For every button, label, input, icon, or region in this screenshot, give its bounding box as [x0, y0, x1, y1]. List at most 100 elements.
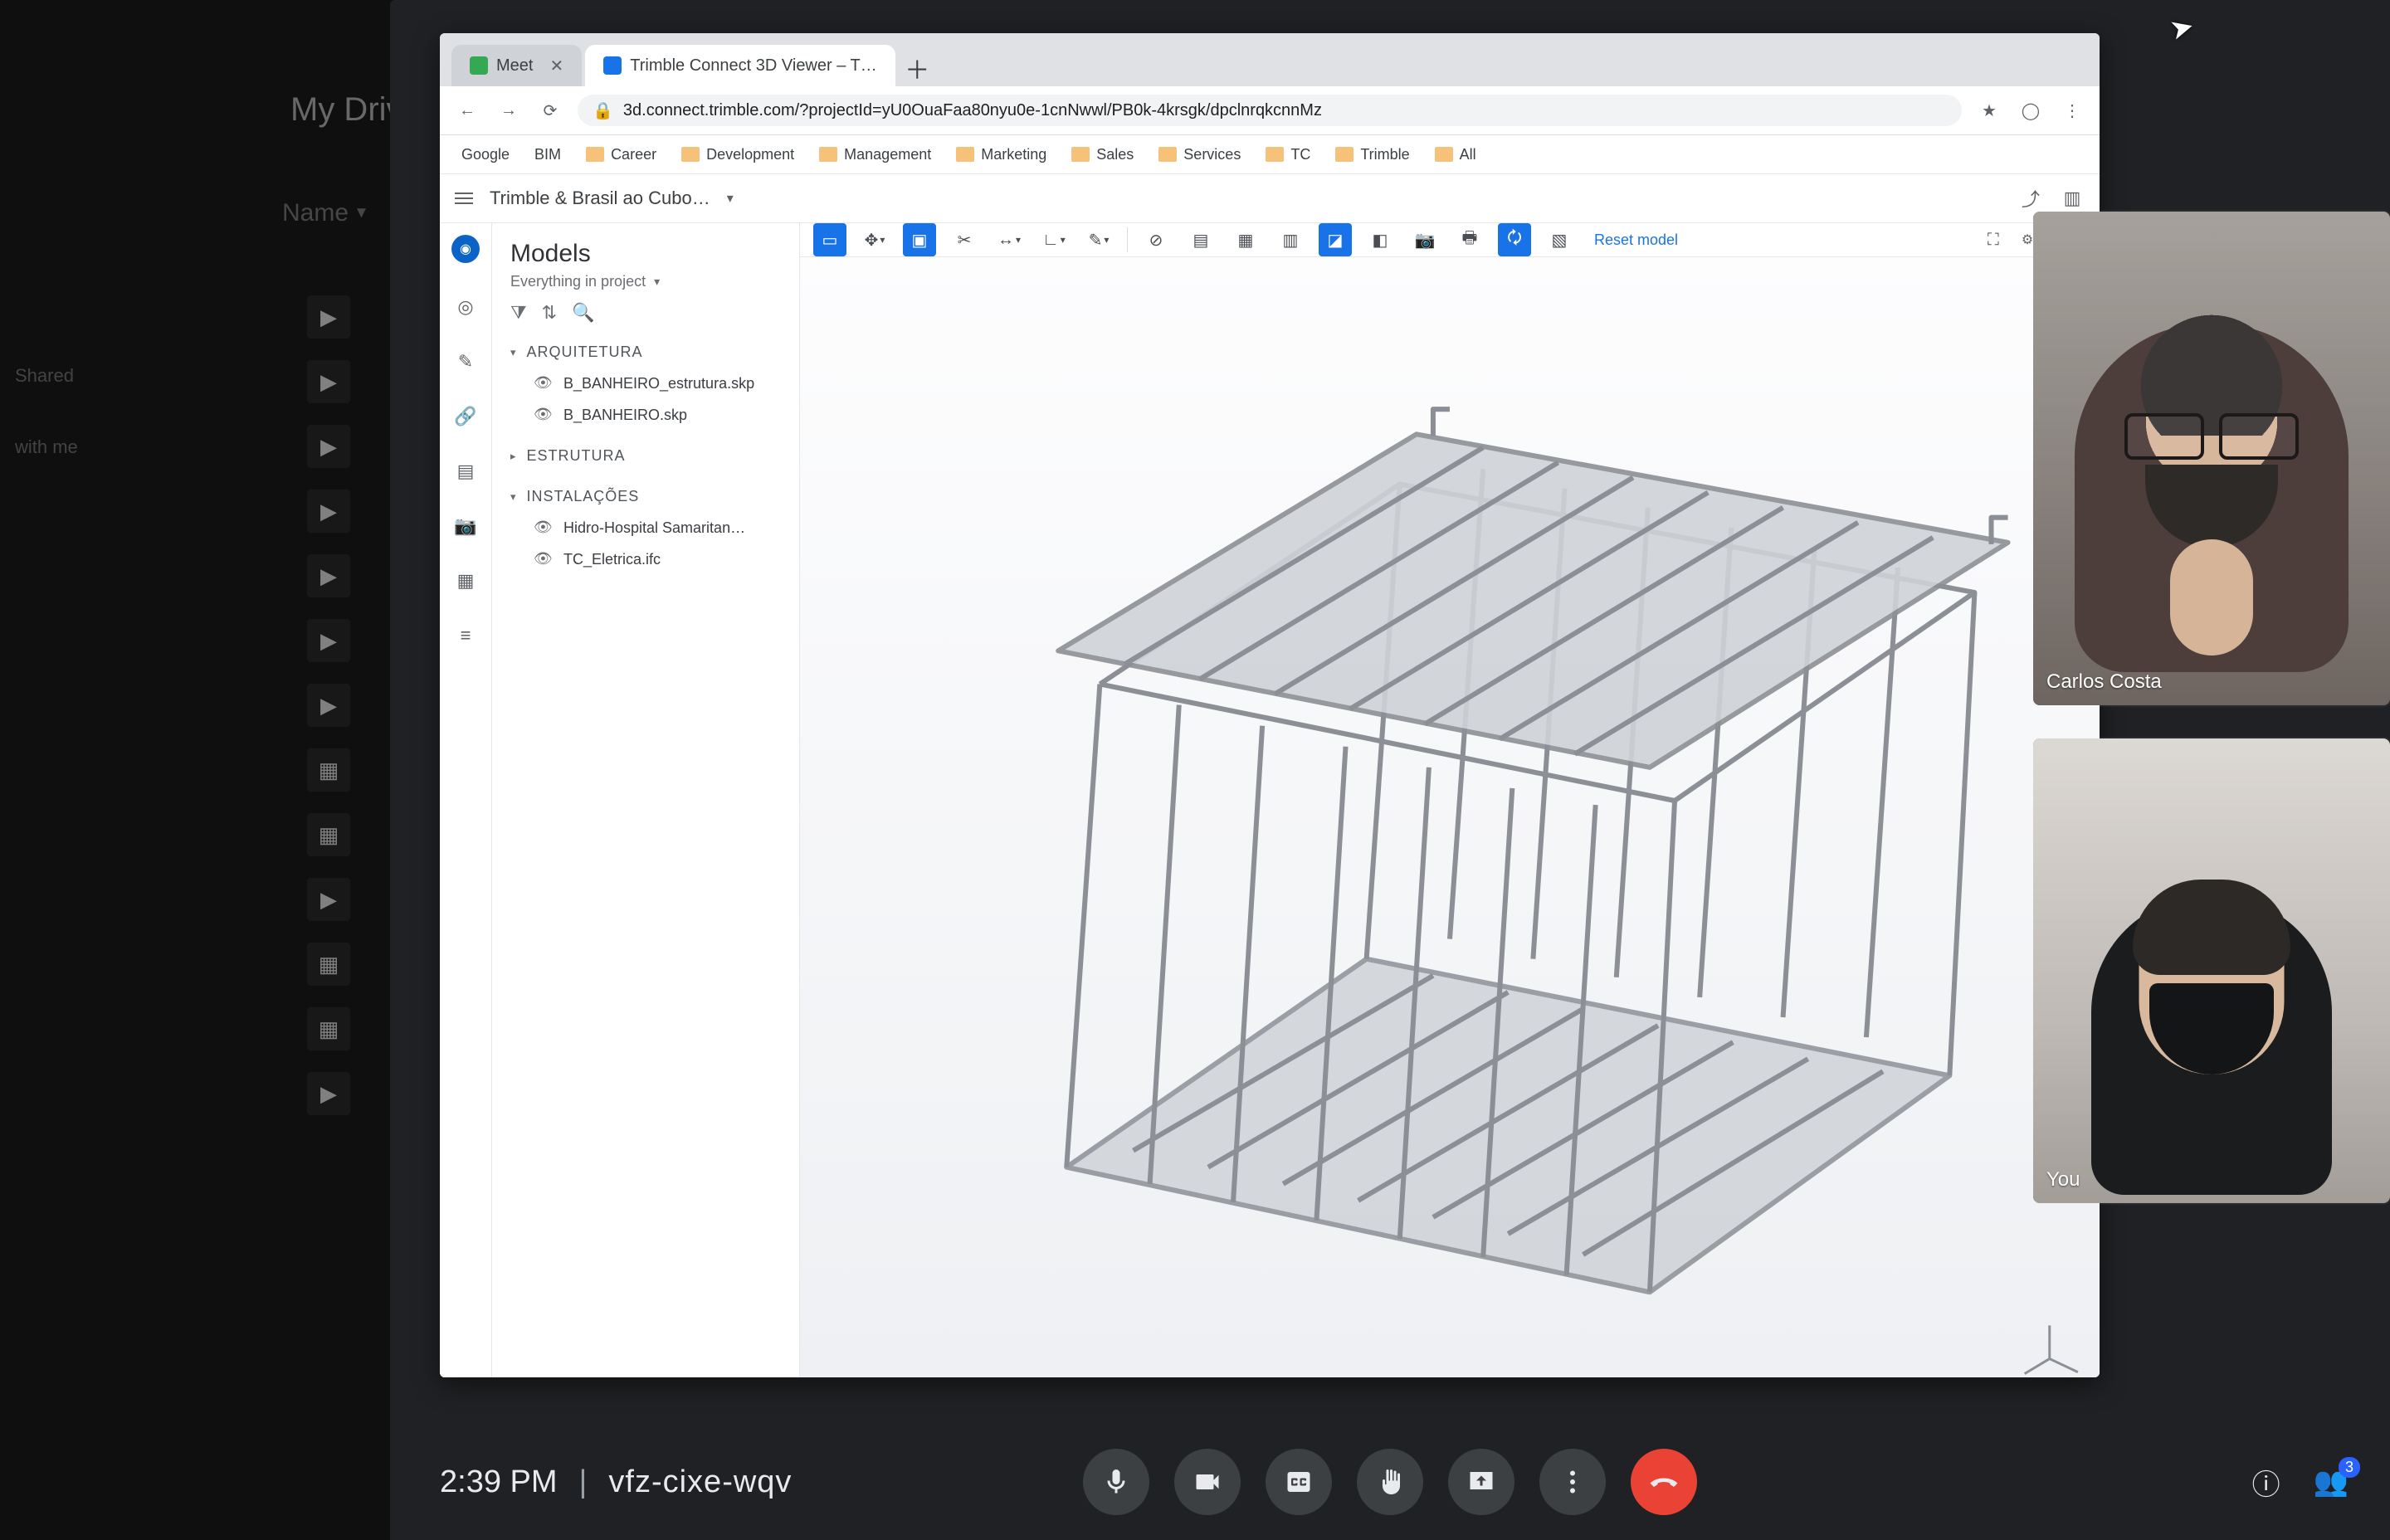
eye-icon[interactable]: 👁: [534, 406, 552, 424]
color-tool[interactable]: ◧: [1363, 223, 1397, 256]
maximize-icon[interactable]: ⛶: [1977, 223, 2010, 256]
drive-column-name[interactable]: Name▴: [282, 199, 366, 227]
image-file-icon[interactable]: ▦: [307, 943, 350, 986]
participant-tile[interactable]: Carlos Costa: [2033, 212, 2390, 705]
self-tile[interactable]: You: [2033, 738, 2390, 1203]
pan-tool[interactable]: ✥▾: [858, 223, 891, 256]
rail-models-icon[interactable]: ◉: [451, 235, 480, 263]
section-tool[interactable]: ▥: [1274, 223, 1307, 256]
bookmark-folder[interactable]: Trimble: [1327, 143, 1417, 167]
video-file-icon[interactable]: ▶: [307, 360, 350, 403]
drive-side-withme[interactable]: with me: [15, 436, 110, 458]
print-tool[interactable]: 🖶: [1453, 223, 1486, 256]
rail-clash-icon[interactable]: ✎: [458, 351, 473, 373]
angle-tool[interactable]: ∟▾: [1037, 223, 1071, 256]
bookmark-item[interactable]: BIM: [526, 143, 569, 167]
share-icon[interactable]: ⤴: [2018, 186, 2043, 211]
end-call-button[interactable]: [1631, 1449, 1697, 1515]
camera-tool[interactable]: 📷: [1408, 223, 1441, 256]
tree-item[interactable]: 👁 TC_Eletrica.ifc: [492, 543, 799, 575]
measure-tool[interactable]: ↔▾: [993, 223, 1026, 256]
video-file-icon[interactable]: ▶: [307, 878, 350, 921]
video-file-icon[interactable]: ▶: [307, 619, 350, 662]
select-tool[interactable]: ▭: [813, 223, 846, 256]
bookmark-folder[interactable]: Marketing: [948, 143, 1055, 167]
rail-groups-icon[interactable]: ▦: [457, 570, 475, 592]
present-button[interactable]: [1448, 1449, 1514, 1515]
chrome-tab-meet[interactable]: Meet ✕: [451, 45, 582, 86]
extensions-button[interactable]: ★: [1975, 96, 2003, 124]
video-file-icon[interactable]: ▶: [307, 295, 350, 339]
chrome-menu-button[interactable]: ⋮: [2058, 96, 2086, 124]
meeting-details-icon[interactable]: ⓘ: [2252, 1462, 2280, 1503]
captions-button[interactable]: [1266, 1449, 1332, 1515]
bookmark-item[interactable]: Google: [453, 143, 518, 167]
bookmark-folder[interactable]: TC: [1257, 143, 1319, 167]
eye-icon[interactable]: 👁: [534, 550, 552, 568]
image-file-icon[interactable]: ▦: [307, 748, 350, 792]
rail-camera-icon[interactable]: 📷: [454, 515, 476, 537]
close-tab-icon[interactable]: ✕: [894, 56, 895, 76]
3d-viewport[interactable]: [800, 257, 2100, 1377]
address-bar[interactable]: 🔒 3d.connect.trimble.com/?projectId=yU0O…: [578, 95, 1962, 126]
bookmark-folder[interactable]: Sales: [1063, 143, 1142, 167]
props-tool[interactable]: ▧: [1543, 223, 1576, 256]
cut-tool[interactable]: ✂: [948, 223, 981, 256]
reset-model-button[interactable]: Reset model: [1594, 231, 1678, 249]
bookmark-folder[interactable]: All: [1427, 143, 1485, 167]
bookmark-folder[interactable]: Development: [673, 143, 802, 167]
video-file-icon[interactable]: ▶: [307, 425, 350, 468]
rail-todo-icon[interactable]: ◎: [457, 296, 473, 318]
close-tab-icon[interactable]: ✕: [549, 56, 563, 76]
folder-icon[interactable]: ▥: [2060, 186, 2085, 211]
sort-icon[interactable]: ⇅: [542, 302, 557, 324]
orbit-tool[interactable]: ▣: [903, 223, 936, 256]
rail-views-icon[interactable]: ▤: [457, 461, 475, 482]
chevron-down-icon[interactable]: ▾: [727, 190, 734, 207]
profile-button[interactable]: ◯: [2017, 96, 2045, 124]
rail-more-icon[interactable]: ≡: [461, 625, 471, 646]
drive-side-shared[interactable]: Shared: [15, 365, 110, 387]
sync-tool[interactable]: 🗘: [1498, 223, 1531, 256]
bookmark-folder[interactable]: Management: [811, 143, 939, 167]
rail-attach-icon[interactable]: 🔗: [454, 406, 476, 427]
meeting-code[interactable]: vfz-cixe-wqv: [608, 1464, 792, 1500]
back-button[interactable]: ←: [453, 96, 481, 124]
panel-scope[interactable]: Everything in project: [510, 273, 646, 290]
tree-item[interactable]: 👁 B_BANHEIRO_estrutura.skp: [492, 368, 799, 399]
new-tab-button[interactable]: ＋: [899, 50, 935, 86]
view-tool[interactable]: ◪: [1319, 223, 1352, 256]
bookmark-folder[interactable]: Career: [578, 143, 665, 167]
hamburger-icon[interactable]: [455, 189, 473, 207]
video-file-icon[interactable]: ▶: [307, 554, 350, 597]
tree-group-header[interactable]: ▾ ARQUITETURA: [492, 337, 799, 368]
raise-hand-button[interactable]: [1357, 1449, 1423, 1515]
eye-icon[interactable]: 👁: [534, 519, 552, 537]
people-button[interactable]: 👥3: [2314, 1465, 2349, 1499]
more-options-button[interactable]: [1539, 1449, 1606, 1515]
chrome-tab-trimble[interactable]: Trimble Connect 3D Viewer – T… ✕: [585, 45, 895, 86]
hide-tool[interactable]: ⊘: [1139, 223, 1173, 256]
camera-button[interactable]: [1174, 1449, 1241, 1515]
tree-group-header[interactable]: ▸ ESTRUTURA: [492, 441, 799, 471]
search-icon[interactable]: 🔍: [572, 302, 594, 324]
bookmark-folder[interactable]: Services: [1150, 143, 1249, 167]
video-file-icon[interactable]: ▶: [307, 490, 350, 533]
mic-button[interactable]: [1083, 1449, 1149, 1515]
video-file-icon[interactable]: ▶: [307, 1072, 350, 1115]
tree-item[interactable]: 👁 B_BANHEIRO.skp: [492, 399, 799, 431]
eye-icon[interactable]: 👁: [534, 374, 552, 392]
tree-item[interactable]: 👁 Hidro-Hospital Samaritan…: [492, 512, 799, 543]
markup-tool[interactable]: ✎▾: [1082, 223, 1115, 256]
image-file-icon[interactable]: ▦: [307, 1007, 350, 1050]
video-file-icon[interactable]: ▶: [307, 684, 350, 727]
reload-button[interactable]: ⟳: [536, 96, 564, 124]
image-file-icon[interactable]: ▦: [307, 813, 350, 856]
chevron-down-icon[interactable]: ▾: [654, 275, 660, 289]
grid-tool[interactable]: ▦: [1229, 223, 1262, 256]
project-name[interactable]: Trimble & Brasil ao Cubo…: [490, 188, 710, 209]
tree-group-header[interactable]: ▾ INSTALAÇÕES: [492, 481, 799, 512]
funnel-icon[interactable]: ⧩: [510, 302, 527, 324]
layers-tool[interactable]: ▤: [1184, 223, 1217, 256]
forward-button[interactable]: →: [495, 96, 523, 124]
